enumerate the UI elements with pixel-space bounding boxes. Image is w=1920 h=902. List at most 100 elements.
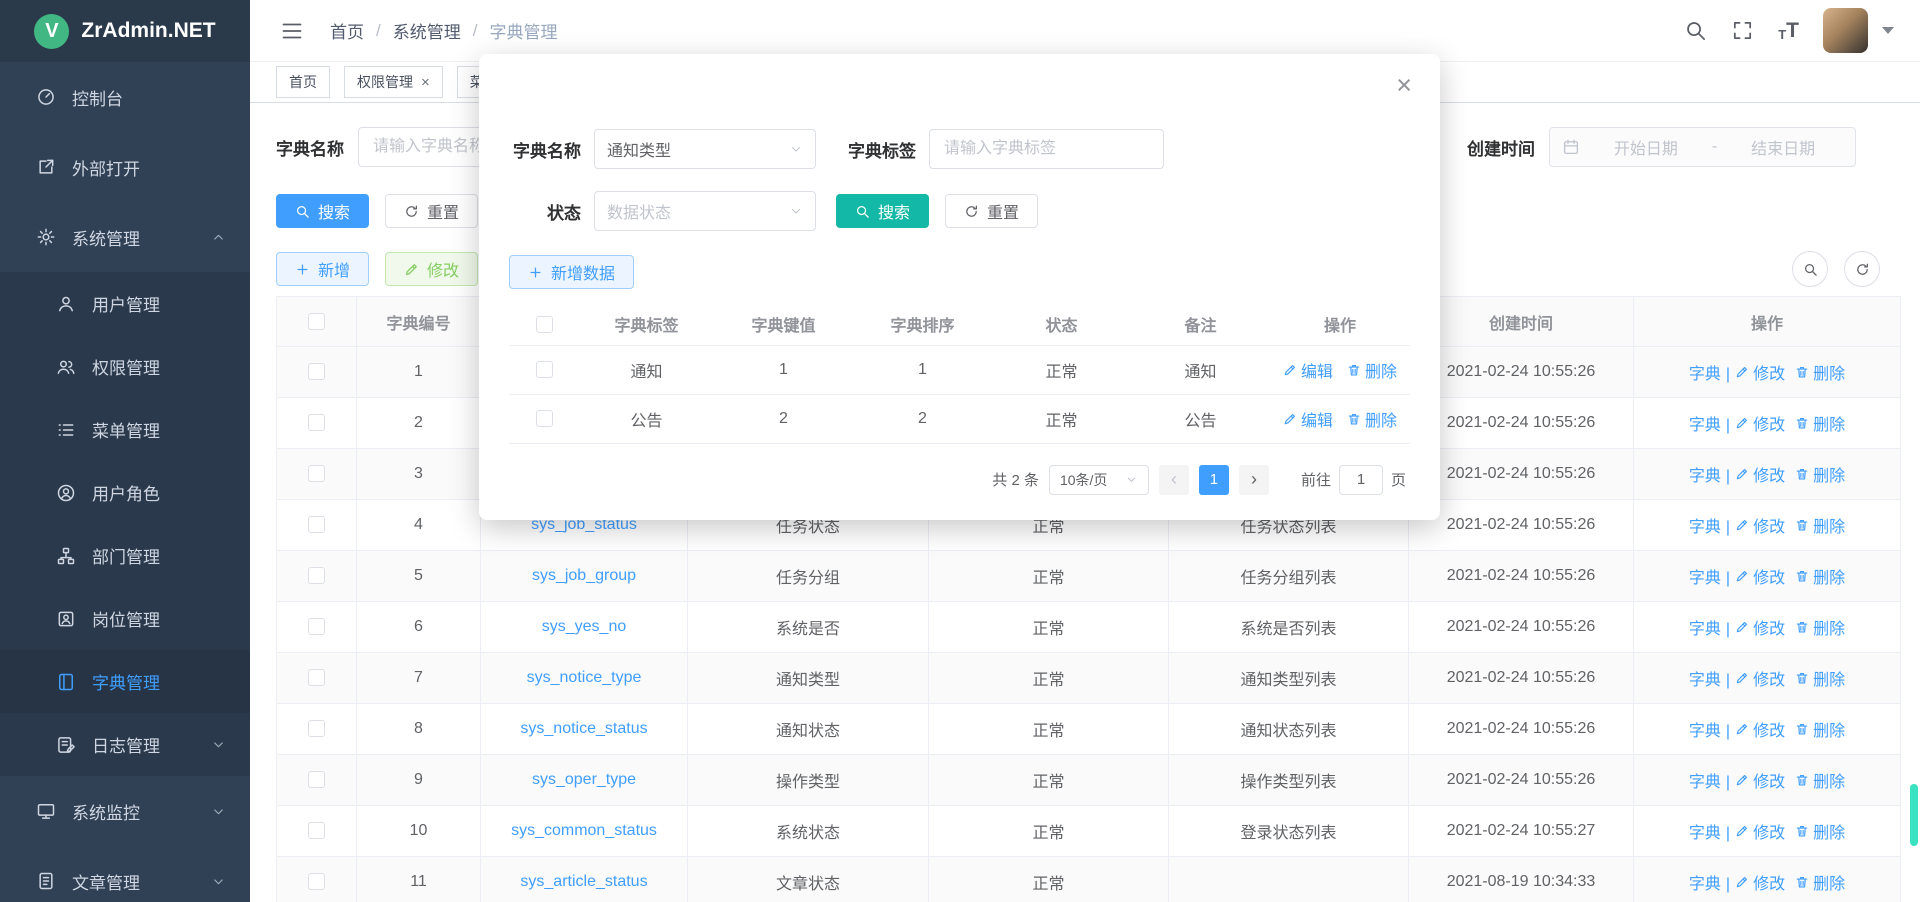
row-checkbox[interactable] [308,618,325,635]
data-status-select[interactable]: 数据状态 [594,191,816,231]
dict-code-link[interactable]: sys_yes_no [542,618,627,636]
dict-code-link[interactable]: sys_notice_status [520,720,647,738]
sidebar-item-dictionary[interactable]: 字典管理 [0,650,250,713]
dict-type-select[interactable]: 通知类型 [594,129,816,169]
tab-home[interactable]: 首页 [276,66,330,98]
page-jump-input[interactable] [1339,465,1383,495]
dialog-search-button[interactable]: 搜索 [836,194,929,228]
row-checkbox[interactable] [536,410,553,427]
row-checkbox[interactable] [308,516,325,533]
row-checkbox[interactable] [308,720,325,737]
edit-link[interactable]: 编辑 [1283,358,1333,382]
add-button[interactable]: 新增 [276,252,369,286]
sidebar-item-logs[interactable]: 日志管理 [0,713,250,776]
delete-link[interactable]: 删除 [1795,819,1845,843]
edit-link[interactable]: 修改 [1735,717,1785,741]
sidebar-item-monitoring[interactable]: 系统监控 [0,776,250,846]
breadcrumb-system[interactable]: 系统管理 [393,18,461,43]
row-checkbox[interactable] [308,669,325,686]
edit-link[interactable]: 修改 [1735,513,1785,537]
dict-code-link[interactable]: sys_oper_type [532,771,636,789]
font-size-icon[interactable]: TT [1778,20,1799,41]
toggle-search-button[interactable] [1792,251,1828,287]
edit-link[interactable]: 修改 [1735,462,1785,486]
fullscreen-icon[interactable] [1731,19,1754,42]
edit-link[interactable]: 修改 [1735,411,1785,435]
select-all-checkbox[interactable] [308,313,325,330]
delete-link[interactable]: 删除 [1795,411,1845,435]
next-page-button[interactable]: › [1239,465,1269,495]
edit-link[interactable]: 修改 [1735,870,1785,894]
row-checkbox[interactable] [308,363,325,380]
sidebar-item-posts[interactable]: 岗位管理 [0,587,250,650]
edit-link[interactable]: 修改 [1735,564,1785,588]
sidebar-item-users[interactable]: 用户管理 [0,272,250,335]
add-data-button[interactable]: 新增数据 [509,255,634,289]
delete-link[interactable]: 删除 [1795,564,1845,588]
avatar[interactable] [1823,8,1868,53]
delete-link[interactable]: 删除 [1795,717,1845,741]
prev-page-button[interactable]: ‹ [1159,465,1189,495]
sidebar-item-departments[interactable]: 部门管理 [0,524,250,587]
row-checkbox[interactable] [308,771,325,788]
dict-data-link[interactable]: 字典 [1689,462,1721,486]
delete-link[interactable]: 删除 [1795,768,1845,792]
sidebar-item-articles[interactable]: 文章管理 [0,846,250,902]
dict-data-link[interactable]: 字典 [1689,768,1721,792]
delete-link[interactable]: 删除 [1795,360,1845,384]
current-page-button[interactable]: 1 [1199,465,1229,495]
dict-data-link[interactable]: 字典 [1689,360,1721,384]
delete-link[interactable]: 删除 [1795,513,1845,537]
edit-link[interactable]: 修改 [1735,360,1785,384]
sidebar-item-external[interactable]: 外部打开 [0,132,250,202]
delete-link[interactable]: 删除 [1795,666,1845,690]
tab-permissions[interactable]: 权限管理 × [344,66,443,98]
dict-code-link[interactable]: sys_job_group [532,567,636,585]
search-button[interactable]: 搜索 [276,194,369,228]
row-checkbox[interactable] [308,567,325,584]
row-checkbox[interactable] [308,414,325,431]
dict-data-link[interactable]: 字典 [1689,564,1721,588]
dialog-reset-button[interactable]: 重置 [945,194,1038,228]
delete-link[interactable]: 删除 [1795,870,1845,894]
edit-link[interactable]: 编辑 [1283,407,1333,431]
sidebar-collapse-icon[interactable] [280,19,304,43]
dict-code-link[interactable]: sys_article_status [520,873,647,891]
sidebar-item-menus[interactable]: 菜单管理 [0,398,250,461]
close-icon[interactable]: × [421,75,430,90]
app-logo[interactable]: V ZrAdmin.NET [0,0,250,62]
delete-link[interactable]: 删除 [1347,358,1397,382]
scrollbar-thumb[interactable] [1910,784,1918,846]
caret-down-icon[interactable] [1882,27,1894,34]
search-icon[interactable] [1684,19,1707,42]
close-icon[interactable]: × [1396,72,1412,99]
sidebar-item-permissions[interactable]: 权限管理 [0,335,250,398]
edit-button[interactable]: 修改 [385,252,478,286]
sidebar-item-system[interactable]: 系统管理 [0,202,250,272]
row-checkbox[interactable] [308,822,325,839]
select-all-checkbox[interactable] [536,316,553,333]
refresh-table-button[interactable] [1844,251,1880,287]
edit-link[interactable]: 修改 [1735,615,1785,639]
dict-data-link[interactable]: 字典 [1689,819,1721,843]
dict-code-link[interactable]: sys_notice_type [527,669,642,687]
edit-link[interactable]: 修改 [1735,768,1785,792]
sidebar-item-roles[interactable]: 用户角色 [0,461,250,524]
dict-data-link[interactable]: 字典 [1689,615,1721,639]
edit-link[interactable]: 修改 [1735,819,1785,843]
edit-link[interactable]: 修改 [1735,666,1785,690]
breadcrumb-home[interactable]: 首页 [330,18,364,43]
row-checkbox[interactable] [536,361,553,378]
dict-data-link[interactable]: 字典 [1689,513,1721,537]
row-checkbox[interactable] [308,465,325,482]
dict-code-link[interactable]: sys_common_status [511,822,657,840]
reset-button[interactable]: 重置 [385,194,478,228]
dict-data-link[interactable]: 字典 [1689,870,1721,894]
row-checkbox[interactable] [308,873,325,890]
sidebar-item-console[interactable]: 控制台 [0,62,250,132]
dict-data-link[interactable]: 字典 [1689,411,1721,435]
dict-data-link[interactable]: 字典 [1689,666,1721,690]
page-size-select[interactable]: 10条/页 [1049,465,1149,495]
date-range-picker[interactable]: 开始日期 - 结束日期 [1549,127,1856,167]
delete-link[interactable]: 删除 [1795,462,1845,486]
